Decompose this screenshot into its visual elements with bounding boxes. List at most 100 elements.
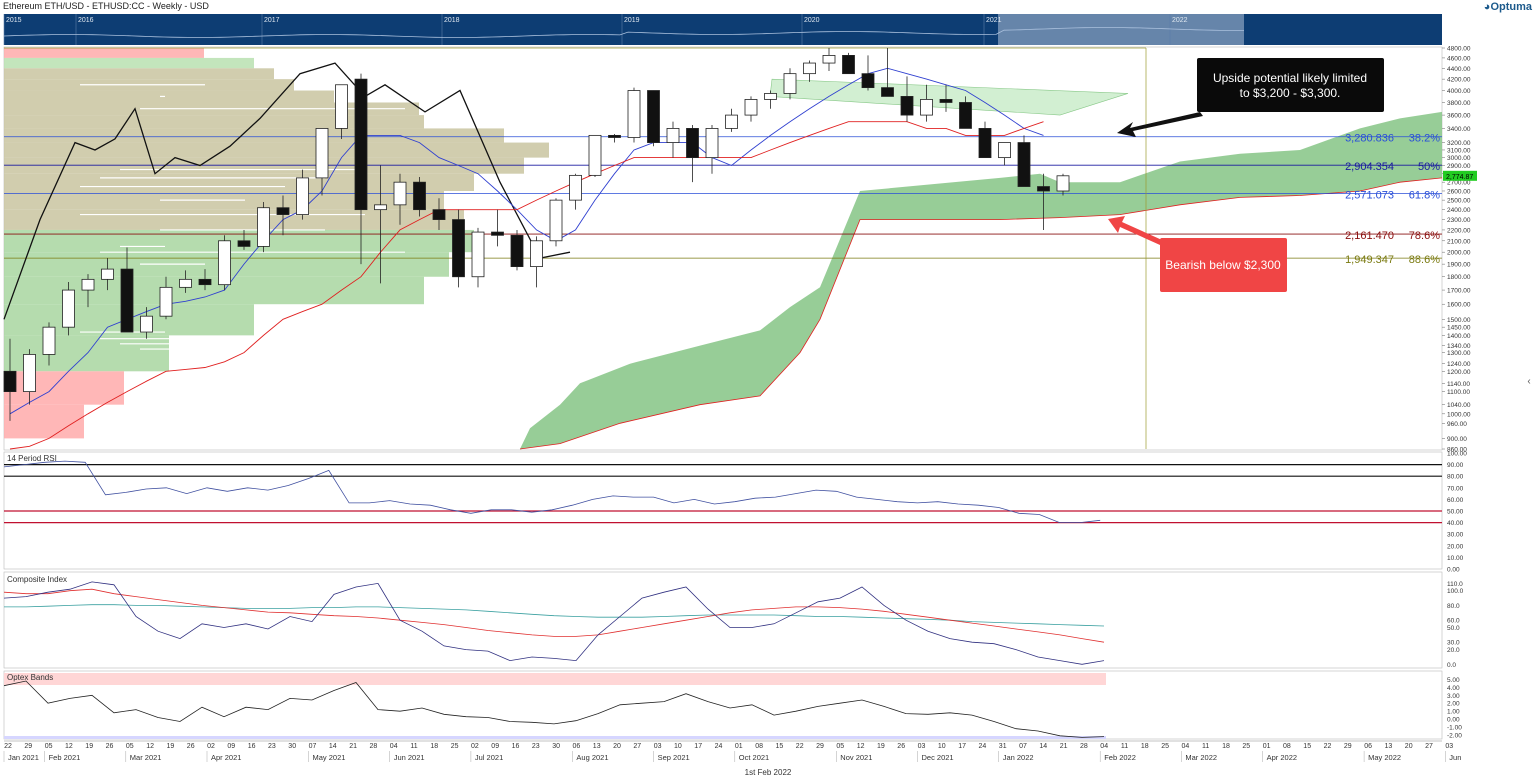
price-tick-label: 4000.00 xyxy=(1447,88,1471,95)
x-month-label: Mar 2021 xyxy=(130,753,162,762)
x-day-label: 05 xyxy=(126,743,134,750)
x-day-label: 23 xyxy=(268,743,276,750)
candle-body xyxy=(549,199,563,242)
candle-body xyxy=(23,354,36,392)
price-tick-label: 3200.00 xyxy=(1447,140,1471,147)
price-tick-label: 2100.00 xyxy=(1447,238,1471,245)
price-tick-label: 1000.00 xyxy=(1447,411,1471,418)
x-day-label: 21 xyxy=(1060,743,1068,750)
rsi-tick-label: 70.00 xyxy=(1447,485,1464,492)
optex-upper-band xyxy=(4,673,1106,685)
candle-body xyxy=(939,99,953,103)
x-day-label: 28 xyxy=(370,743,378,750)
x-month-label: Jul 2021 xyxy=(475,753,503,762)
x-day-label: 17 xyxy=(694,743,702,750)
fib-level-pct: 38.2% xyxy=(1409,133,1440,145)
price-tick-label: 2500.00 xyxy=(1447,198,1471,205)
price-tick-label: 2400.00 xyxy=(1447,207,1471,214)
rsi-tick-label: 80.00 xyxy=(1447,474,1464,481)
candle-body xyxy=(81,278,95,291)
price-tick-label: 1200.00 xyxy=(1447,369,1471,376)
price-tick-label: 1300.00 xyxy=(1447,350,1471,357)
x-day-label: 18 xyxy=(1222,743,1230,750)
x-day-label: 11 xyxy=(1121,743,1128,750)
navigator-year-label: 2021 xyxy=(986,17,1002,24)
price-tick-label: 1600.00 xyxy=(1447,302,1471,309)
candle-body xyxy=(393,181,407,206)
candle-body xyxy=(510,234,524,268)
x-day-label: 01 xyxy=(735,743,743,750)
x-day-label: 08 xyxy=(1283,743,1291,750)
price-tick-label: 4200.00 xyxy=(1447,77,1471,84)
price-tick-label: 3400.00 xyxy=(1447,126,1471,133)
x-day-label: 31 xyxy=(999,743,1007,750)
candle-body xyxy=(725,114,738,129)
candle-body xyxy=(744,99,758,116)
candle-body xyxy=(959,102,972,129)
candle-body xyxy=(374,204,387,211)
x-month-label: Feb 2021 xyxy=(49,753,81,762)
x-day-label: 22 xyxy=(4,743,12,750)
optex-tick-label: 3.00 xyxy=(1447,693,1460,700)
fib-level-value: 1,949.347 xyxy=(1345,254,1394,266)
fib-level-value: 2,571.073 xyxy=(1345,190,1394,202)
x-day-label: 24 xyxy=(715,743,723,750)
x-day-label: 10 xyxy=(674,743,682,750)
candle-body xyxy=(1056,175,1070,192)
candle-body xyxy=(842,55,855,75)
navigator-year-label: 2022 xyxy=(1172,17,1188,24)
candle-body xyxy=(530,240,543,268)
x-day-label: 11 xyxy=(1202,743,1209,750)
candle-body xyxy=(452,219,465,278)
chart-svg[interactable]: 2015 2016 2017 2018 2019 2020 2021 20224800.004… xyxy=(0,0,1536,783)
candle-body xyxy=(179,278,192,288)
x-month-label: Apr 2022 xyxy=(1267,753,1297,762)
x-day-label: 29 xyxy=(24,743,32,750)
x-day-label: 29 xyxy=(816,743,824,750)
price-tick-label: 1400.00 xyxy=(1447,333,1471,340)
x-day-label: 04 xyxy=(1100,743,1108,750)
candle-body xyxy=(62,289,75,328)
candle-body xyxy=(608,134,621,138)
candle-body xyxy=(881,87,894,97)
upside-callout-line2: to $3,200 - $3,300. xyxy=(1240,86,1341,100)
candle-body xyxy=(296,177,309,215)
price-tick-label: 1040.00 xyxy=(1447,402,1471,409)
x-day-label: 26 xyxy=(106,743,114,750)
x-day-label: 03 xyxy=(1445,743,1453,750)
x-day-label: 29 xyxy=(1344,743,1352,750)
x-day-label: 30 xyxy=(552,743,560,750)
fib-level-pct: 61.8% xyxy=(1409,190,1440,202)
candle-body xyxy=(588,134,602,176)
x-day-label: 05 xyxy=(836,743,844,750)
candle-body xyxy=(822,55,836,64)
candle-body xyxy=(705,128,719,159)
x-day-label: 09 xyxy=(227,743,235,750)
rsi-tick-label: 40.00 xyxy=(1447,520,1464,527)
rsi-tick-label: 20.00 xyxy=(1447,543,1464,550)
candle-body xyxy=(3,370,17,392)
x-month-label: Nov 2021 xyxy=(840,753,872,762)
candle-body xyxy=(276,207,290,215)
rsi-tick-label: 90.00 xyxy=(1447,462,1464,469)
price-tick-label: 1700.00 xyxy=(1447,288,1471,295)
volume-profile-bar xyxy=(4,90,334,103)
x-day-label: 04 xyxy=(1182,743,1190,750)
optex-panel-title: Optex Bands xyxy=(7,673,53,682)
bearish-arrow xyxy=(1108,216,1162,245)
x-day-label: 06 xyxy=(1364,743,1372,750)
price-tick-label: 1900.00 xyxy=(1447,262,1471,269)
x-day-label: 19 xyxy=(85,743,93,750)
candle-body xyxy=(686,128,699,159)
candle-body xyxy=(569,174,582,201)
price-tick-label: 2600.00 xyxy=(1447,188,1471,195)
fib-level-pct: 88.6% xyxy=(1409,254,1440,266)
x-month-label: May 2022 xyxy=(1368,753,1401,762)
candle-body xyxy=(140,315,153,333)
price-tick-label: 2300.00 xyxy=(1447,217,1471,224)
fib-level-value: 2,161.470 xyxy=(1345,230,1394,242)
x-day-label: 04 xyxy=(390,743,398,750)
price-tick-label: 1340.00 xyxy=(1447,343,1471,350)
x-day-label: 02 xyxy=(207,743,215,750)
candle-body xyxy=(159,286,173,317)
